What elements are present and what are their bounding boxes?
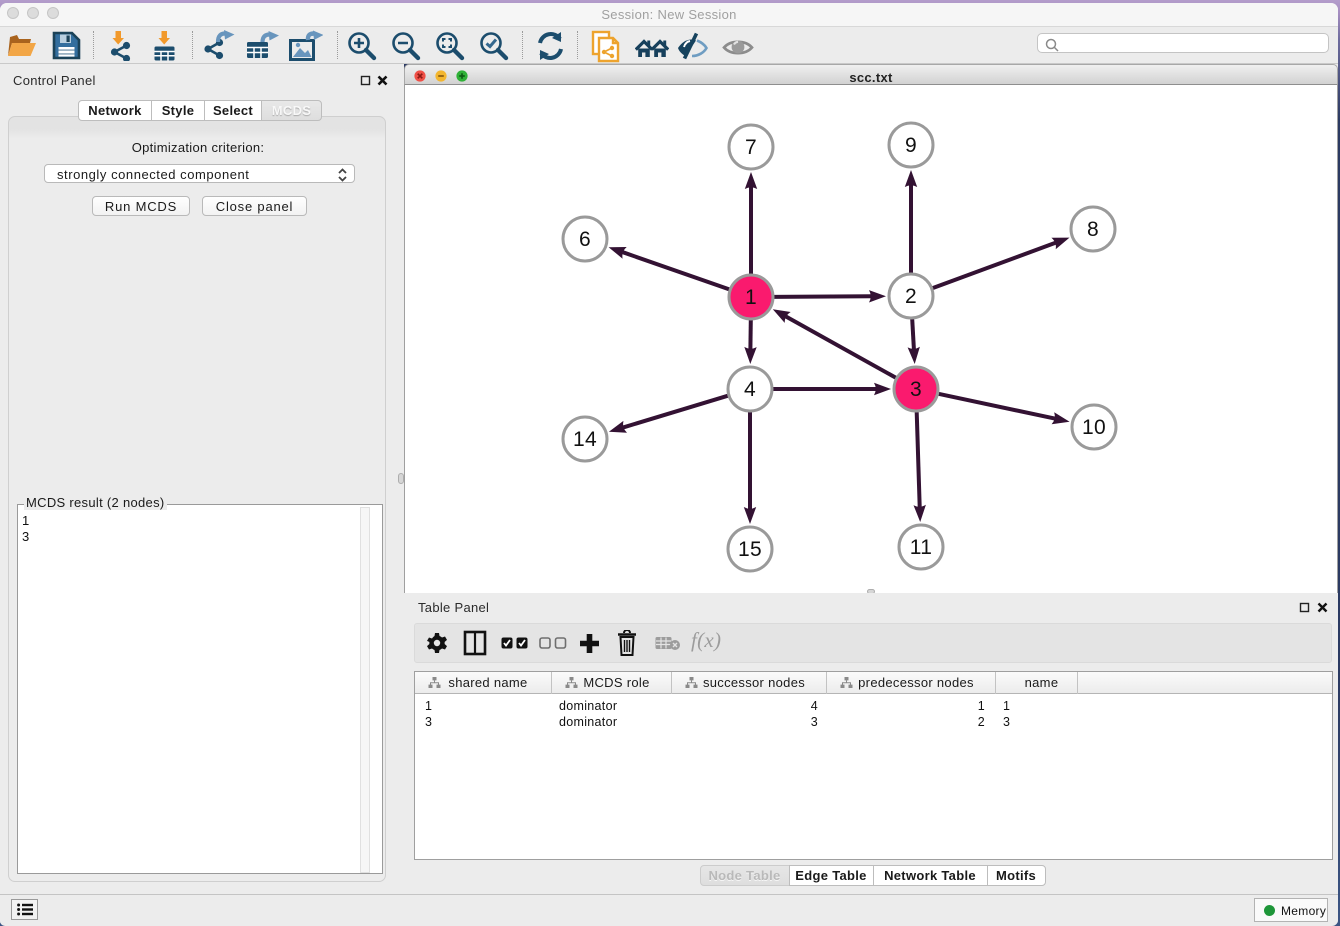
svg-text:14: 14 [573,428,597,451]
svg-text:15: 15 [738,538,762,561]
svg-text:1: 1 [745,286,757,309]
svg-text:4: 4 [744,378,756,401]
svg-text:8: 8 [1087,218,1099,241]
svg-text:9: 9 [905,134,917,157]
svg-text:7: 7 [745,136,757,159]
svg-text:2: 2 [905,285,917,308]
svg-text:11: 11 [910,536,932,559]
svg-text:3: 3 [910,378,922,401]
svg-text:10: 10 [1082,416,1106,439]
svg-text:6: 6 [579,228,591,251]
